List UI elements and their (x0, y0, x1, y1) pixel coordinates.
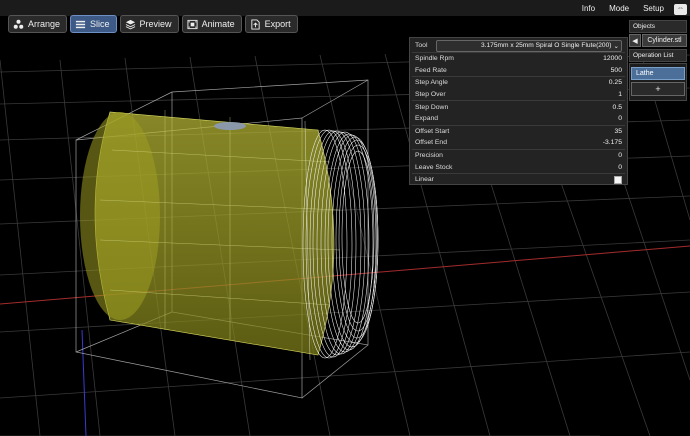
menu-info[interactable]: Info (578, 2, 599, 15)
param-input[interactable]: 12000 (603, 55, 622, 62)
linear-checkbox[interactable] (614, 175, 622, 184)
param-row: Linear (412, 172, 625, 186)
object-row: ◀ Cylinder.stl (629, 34, 687, 47)
menu-mode[interactable]: Mode (605, 2, 633, 15)
param-row: Offset End -3.175 (412, 137, 625, 149)
object-name-button[interactable]: Cylinder.stl (642, 34, 687, 47)
cylinder-near-cap (80, 112, 160, 320)
top-menu: Info Mode Setup ⇔ (578, 2, 690, 15)
operation-item-lathe[interactable]: Lathe (631, 67, 685, 80)
export-icon (250, 18, 260, 30)
chevron-down-icon: ⌄ (613, 42, 619, 50)
arrange-button[interactable]: Arrange (8, 15, 68, 33)
fullscreen-icon[interactable]: ⇔ (674, 4, 687, 15)
param-input[interactable]: 500 (611, 67, 622, 74)
param-label: Step Over (415, 91, 446, 99)
animate-label: Animate (201, 19, 235, 29)
param-label: Step Down (415, 103, 449, 111)
arrange-label: Arrange (28, 19, 61, 29)
preview-button[interactable]: Preview (119, 15, 179, 33)
export-button[interactable]: Export (244, 15, 298, 33)
tool-select[interactable]: 3.175mm x 25mm Spiral O Single Flute(200… (436, 39, 622, 52)
param-label: Spindle Rpm (415, 55, 454, 63)
film-icon (187, 19, 198, 29)
param-label: Linear (415, 176, 434, 184)
param-row: Step Over 1 (412, 89, 625, 101)
param-input[interactable]: 0.5 (613, 104, 622, 111)
param-row: Offset Start 35 (412, 124, 625, 138)
param-row: Expand 0 (412, 113, 625, 125)
arrange-icon (13, 19, 24, 29)
param-row: Spindle Rpm 12000 (412, 52, 625, 65)
param-label: Precision (415, 152, 443, 160)
param-row: Step Down 0.5 (412, 100, 625, 113)
param-label: Step Angle (415, 79, 448, 87)
param-label: Feed Rate (415, 66, 447, 74)
param-label: Leave Stock (415, 163, 453, 171)
menu-setup[interactable]: Setup (639, 2, 668, 15)
param-row: Leave Stock 0 (412, 161, 625, 173)
tool-value: 3.175mm x 25mm Spiral O Single Flute(200… (481, 42, 612, 49)
side-panel: Objects ◀ Cylinder.stl Operation List La… (629, 20, 687, 101)
tool-row: Tool 3.175mm x 25mm Spiral O Single Flut… (412, 39, 625, 52)
param-input[interactable]: 35 (614, 128, 622, 135)
param-label: Expand (415, 115, 439, 123)
param-input[interactable]: 1 (618, 91, 622, 98)
animate-button[interactable]: Animate (181, 15, 242, 33)
process-params-panel: Tool 3.175mm x 25mm Spiral O Single Flut… (409, 37, 628, 185)
param-input[interactable]: -3.175 (603, 139, 622, 146)
objects-title: Objects (629, 20, 687, 33)
cylinder-top-marker (214, 122, 246, 130)
param-row: Precision 0 (412, 148, 625, 162)
add-operation-button[interactable]: + (631, 82, 685, 96)
param-row: Feed Rate 500 (412, 65, 625, 77)
preview-label: Preview (139, 19, 172, 29)
param-input[interactable]: 0 (618, 115, 622, 122)
param-input[interactable]: 0.25 (609, 79, 622, 86)
main-toolbar: Arrange Slice Preview Animate Export (8, 15, 298, 33)
param-label: Offset Start (415, 127, 450, 135)
preview-icon (125, 19, 135, 29)
operation-list: Lathe + (629, 63, 687, 101)
slice-icon (75, 20, 86, 28)
param-row: Step Angle 0.25 (412, 76, 625, 89)
export-label: Export (264, 19, 291, 29)
operation-list-title: Operation List (629, 49, 687, 62)
slice-label: Slice (90, 19, 110, 29)
tool-label: Tool (415, 42, 428, 49)
param-label: Offset End (415, 139, 447, 147)
chevron-left-icon[interactable]: ◀ (629, 34, 641, 47)
param-input[interactable]: 0 (618, 164, 622, 171)
param-input[interactable]: 0 (618, 152, 622, 159)
slice-button[interactable]: Slice (70, 15, 117, 33)
